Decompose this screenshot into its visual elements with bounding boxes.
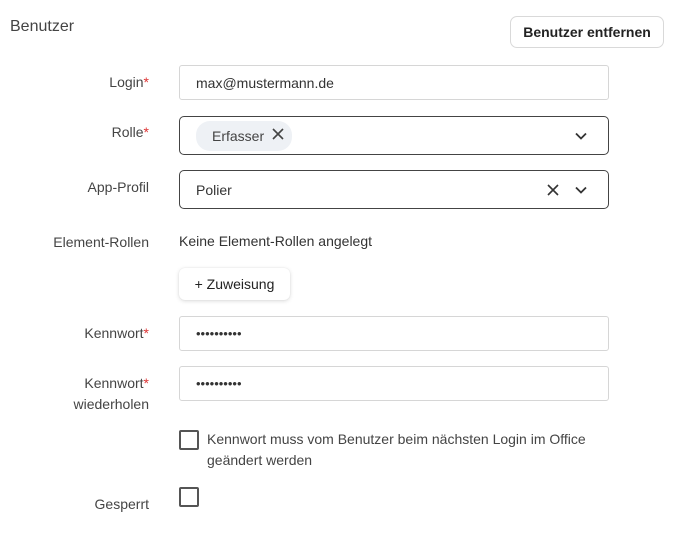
locked-checkbox[interactable]	[179, 487, 199, 507]
required-mark: *	[143, 74, 149, 90]
required-mark: *	[143, 325, 149, 341]
clear-close-icon[interactable]	[546, 183, 560, 197]
login-label: Login*	[109, 72, 149, 93]
app-profile-select[interactable]: Polier	[179, 170, 609, 209]
password-repeat-field[interactable]: ••••••••••	[179, 366, 609, 401]
password-repeat-value: ••••••••••	[196, 376, 242, 391]
password-field[interactable]: ••••••••••	[179, 316, 609, 351]
chip-close-icon[interactable]	[272, 127, 284, 144]
app-profile-label: App-Profil	[87, 179, 149, 195]
login-label-text: Login	[109, 74, 144, 90]
add-assignment-button[interactable]: + Zuweisung	[179, 268, 290, 300]
role-chip-label: Erfasser	[212, 127, 265, 144]
element-roles-label: Element-Rollen	[53, 234, 149, 250]
password-label: Kennwort*	[84, 323, 149, 344]
login-field[interactable]: max@mustermann.de	[179, 65, 609, 100]
force-password-change-text: Kennwort muss vom Benutzer beim nächsten…	[207, 431, 586, 468]
required-mark: *	[143, 124, 149, 140]
required-mark: *	[143, 375, 149, 391]
role-label-text: Rolle	[111, 124, 144, 140]
password-label-text: Kennwort	[84, 325, 144, 341]
element-roles-empty-text: Keine Element-Rollen angelegt	[179, 233, 373, 249]
password-repeat-label-line2: wiederholen	[73, 396, 150, 412]
password-value: ••••••••••	[196, 326, 242, 341]
role-chip: Erfasser	[196, 120, 293, 151]
chevron-down-icon[interactable]	[574, 129, 588, 143]
app-profile-value: Polier	[196, 181, 232, 198]
section-title: Benutzer	[10, 18, 75, 35]
remove-user-button[interactable]: Benutzer entfernen	[510, 16, 664, 48]
role-label: Rolle*	[112, 122, 149, 143]
password-repeat-label-text: Kennwort	[84, 375, 144, 391]
locked-label: Gesperrt	[94, 496, 149, 512]
chevron-down-icon[interactable]	[574, 183, 588, 197]
role-select[interactable]: Erfasser	[179, 116, 609, 155]
force-password-change-checkbox[interactable]	[179, 430, 199, 450]
password-repeat-label: Kennwort* wiederholen	[74, 373, 150, 415]
